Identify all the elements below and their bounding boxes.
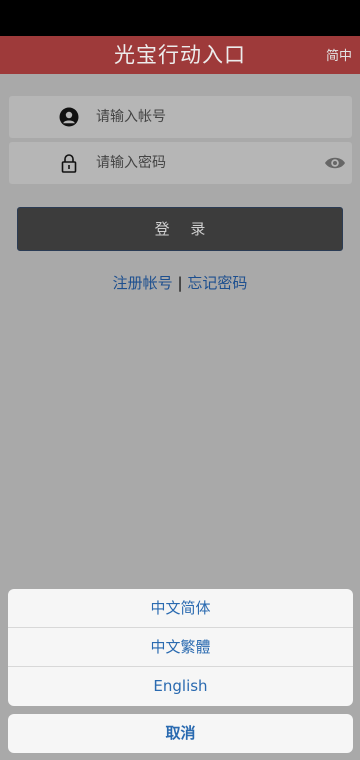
login-button[interactable]: 登 录 — [17, 207, 343, 251]
user-icon — [59, 107, 79, 127]
language-toggle[interactable]: 简中 — [326, 36, 352, 74]
link-separator: | — [177, 274, 183, 292]
username-placeholder: 请输入帐号 — [96, 109, 166, 125]
account-links: 注册帐号 | 忘记密码 — [0, 272, 360, 293]
register-link[interactable]: 注册帐号 — [113, 274, 173, 292]
username-field[interactable]: 请输入帐号 — [9, 96, 352, 138]
forgot-password-link[interactable]: 忘记密码 — [187, 274, 247, 292]
status-bar — [0, 0, 360, 36]
password-field[interactable]: 请输入密码 — [9, 142, 352, 184]
language-option-simplified[interactable]: 中文简体 — [8, 589, 353, 628]
language-sheet: 中文简体 中文繁體 English — [8, 589, 353, 706]
cancel-button[interactable]: 取消 — [8, 714, 353, 753]
page-title: 光宝行动入口 — [114, 43, 246, 67]
header: 光宝行动入口 简中 — [0, 36, 360, 74]
language-option-english[interactable]: English — [8, 667, 353, 706]
password-placeholder: 请输入密码 — [96, 155, 166, 171]
language-option-traditional[interactable]: 中文繁體 — [8, 628, 353, 667]
lock-icon — [61, 154, 77, 173]
eye-icon[interactable] — [324, 155, 346, 171]
